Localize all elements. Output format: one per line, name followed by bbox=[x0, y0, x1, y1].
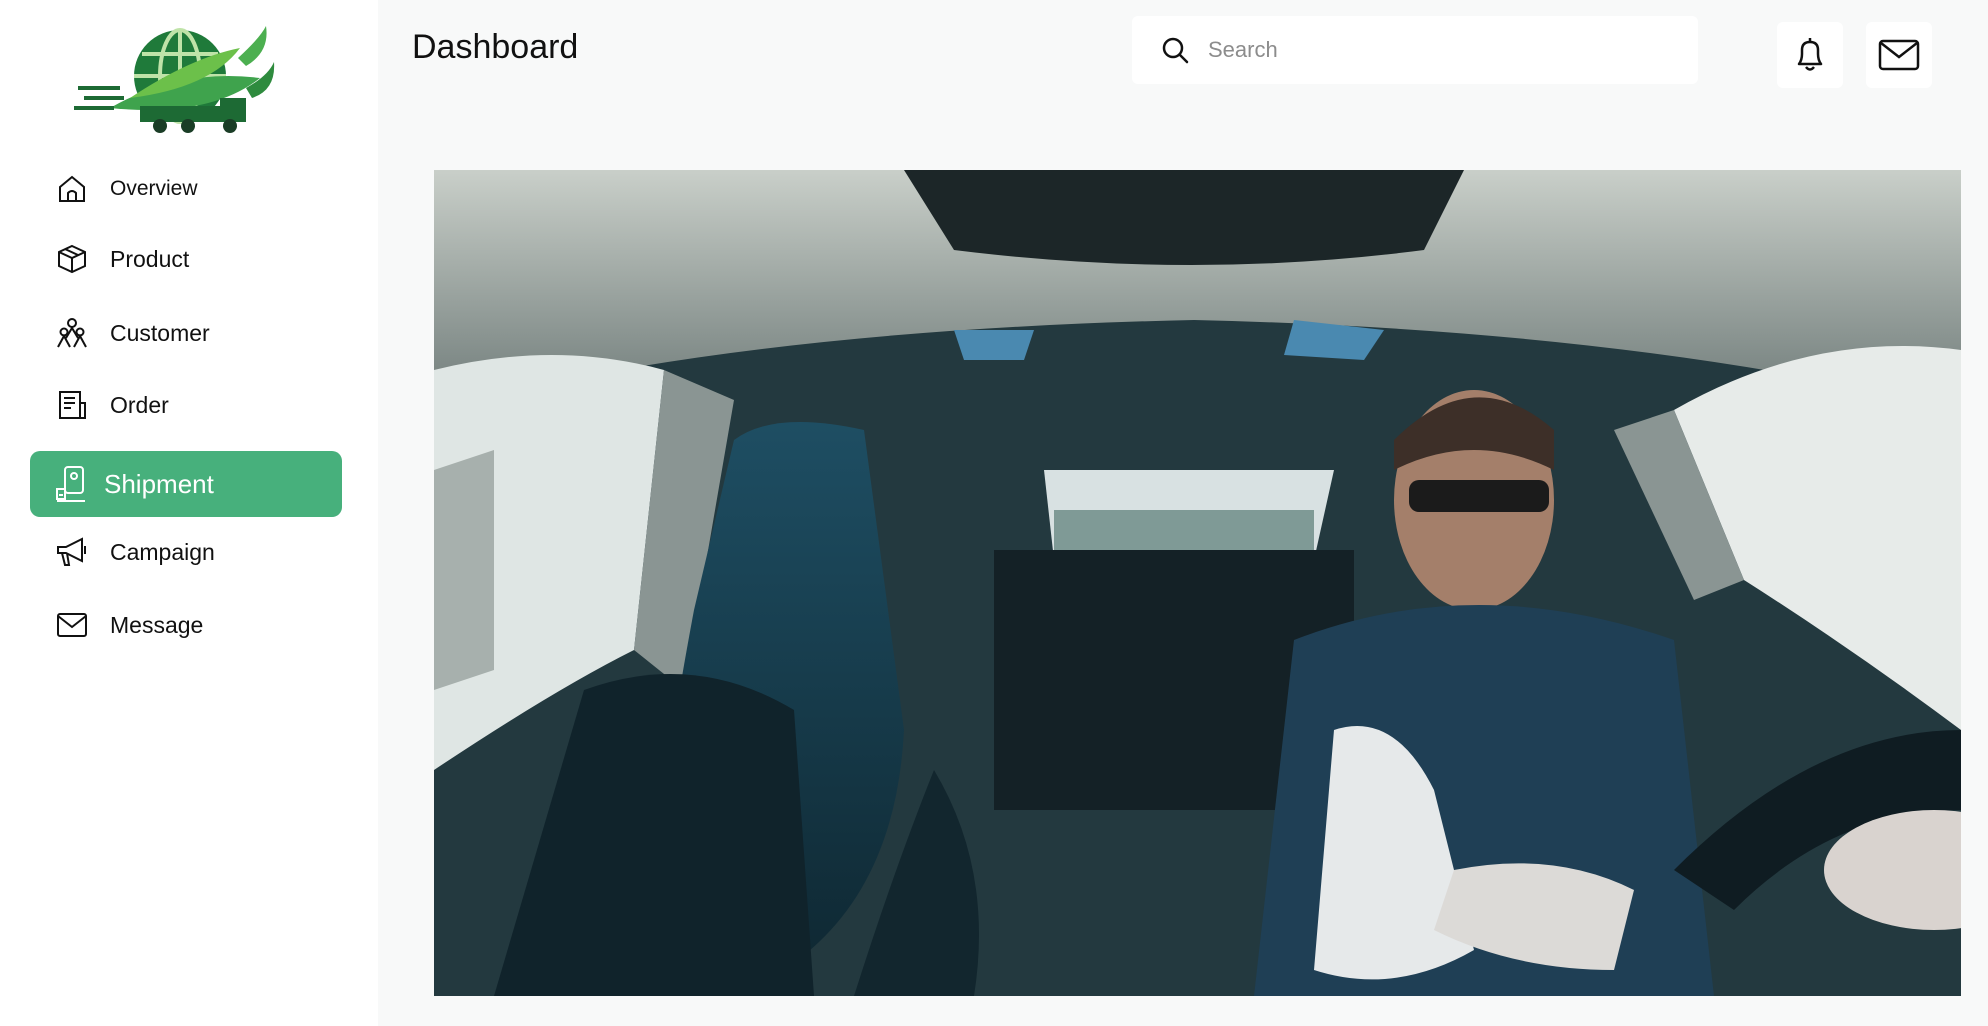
mail-icon bbox=[1878, 39, 1920, 71]
sidebar-item-label: Message bbox=[110, 611, 204, 638]
vehicle-camera-feed bbox=[434, 170, 1961, 996]
mail-icon bbox=[54, 607, 90, 643]
brand-logo bbox=[70, 18, 282, 136]
sidebar-item-label: Shipment bbox=[104, 468, 214, 499]
users-icon bbox=[54, 315, 90, 351]
search-icon bbox=[1162, 37, 1189, 64]
sidebar-item-campaign[interactable]: Campaign bbox=[30, 519, 342, 585]
megaphone-icon bbox=[54, 534, 90, 570]
shipment-icon bbox=[54, 466, 90, 502]
sidebar-item-label: Order bbox=[110, 391, 169, 418]
box-icon bbox=[54, 241, 90, 277]
sidebar: Overview Product Customer Order Shipment… bbox=[0, 0, 378, 1026]
sidebar-item-label: Product bbox=[110, 245, 190, 272]
sidebar-item-shipment[interactable]: Shipment bbox=[30, 451, 342, 517]
sidebar-item-label: Campaign bbox=[110, 538, 215, 565]
sidebar-item-order[interactable]: Order bbox=[30, 372, 342, 438]
sidebar-item-label: Overview bbox=[110, 177, 198, 200]
sidebar-item-message[interactable]: Message bbox=[30, 592, 342, 658]
home-icon bbox=[54, 171, 90, 207]
sidebar-item-product[interactable]: Product bbox=[30, 226, 342, 292]
search-bar[interactable] bbox=[1132, 16, 1698, 84]
page-title: Dashboard bbox=[412, 28, 579, 66]
sidebar-item-customer[interactable]: Customer bbox=[30, 300, 342, 366]
search-input[interactable] bbox=[1206, 36, 1690, 64]
sidebar-item-label: Customer bbox=[110, 319, 210, 346]
sidebar-item-overview[interactable]: Overview bbox=[30, 156, 342, 222]
notification-button[interactable] bbox=[1777, 22, 1843, 88]
document-icon bbox=[54, 387, 90, 423]
bell-icon bbox=[1797, 38, 1823, 71]
mail-button[interactable] bbox=[1866, 22, 1932, 88]
